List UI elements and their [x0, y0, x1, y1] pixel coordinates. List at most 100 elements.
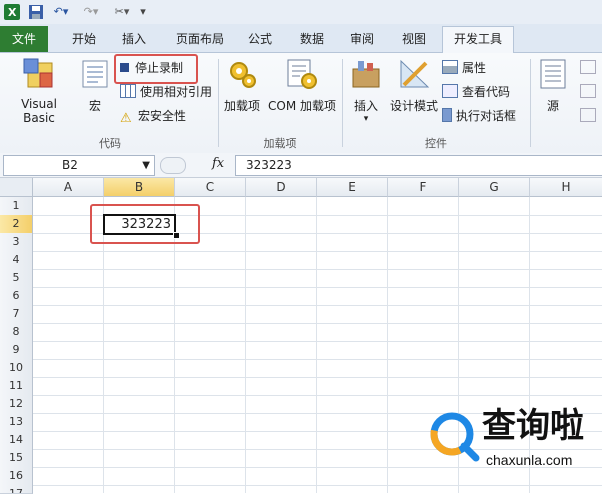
- formula-bar: B2 ▼ fx 323223: [0, 153, 602, 178]
- warning-icon: ⚠: [120, 111, 132, 126]
- undo-icon[interactable]: ↶▾: [50, 4, 72, 19]
- source-button[interactable]: 源: [536, 57, 570, 114]
- row-header[interactable]: 10: [0, 359, 33, 378]
- tab-page-layout[interactable]: 页面布局: [168, 27, 232, 51]
- column-header[interactable]: B: [104, 178, 175, 197]
- addins-button[interactable]: 加载项: [222, 57, 262, 114]
- chevron-down-icon[interactable]: ▼: [142, 156, 150, 175]
- row-header[interactable]: 2: [0, 215, 33, 234]
- grid-line: [33, 305, 602, 306]
- column-header[interactable]: E: [317, 178, 388, 197]
- formula-input[interactable]: 323223: [235, 155, 602, 176]
- watermark-url: chaxunla.com: [486, 452, 573, 468]
- macros-label: 宏: [88, 99, 101, 113]
- row-header[interactable]: 16: [0, 467, 33, 486]
- column-header[interactable]: D: [246, 178, 317, 197]
- grid-line: [33, 269, 602, 270]
- row-header[interactable]: 7: [0, 305, 33, 324]
- column-header[interactable]: F: [388, 178, 459, 197]
- row-header[interactable]: 15: [0, 449, 33, 468]
- macro-security-label: 宏安全性: [138, 109, 187, 123]
- column-header[interactable]: H: [530, 178, 602, 197]
- stop-recording-highlight: [114, 54, 198, 84]
- xml-map-button[interactable]: [580, 59, 600, 77]
- row-header[interactable]: 9: [0, 341, 33, 360]
- name-box[interactable]: B2 ▼: [3, 155, 155, 176]
- row-header[interactable]: 12: [0, 395, 33, 414]
- xml-expand-button[interactable]: [580, 83, 600, 101]
- excel-logo-icon[interactable]: X: [4, 3, 20, 20]
- run-dialog-button[interactable]: 执行对话框: [442, 107, 516, 125]
- customize-icon[interactable]: ✂▾: [110, 4, 134, 19]
- tab-file[interactable]: 文件: [0, 26, 48, 52]
- row-header[interactable]: 3: [0, 233, 33, 252]
- column-header[interactable]: G: [459, 178, 530, 197]
- grid-line: [33, 377, 602, 378]
- run-dialog-icon: [442, 108, 452, 122]
- tab-data[interactable]: 数据: [290, 27, 334, 51]
- run-dialog-label: 执行对话框: [456, 109, 517, 123]
- qat-dropdown-icon[interactable]: ▾: [138, 4, 148, 19]
- column-header[interactable]: C: [175, 178, 246, 197]
- design-mode-button[interactable]: 设计模式: [388, 57, 440, 114]
- gear-icon: [230, 62, 256, 88]
- properties-label: 属性: [462, 61, 487, 75]
- tab-developer[interactable]: 开发工具: [442, 26, 514, 53]
- active-cell-highlight: [90, 204, 200, 244]
- save-icon[interactable]: [28, 4, 44, 19]
- ribbon-developer: Visual Basic 宏 停止录制 使用相对引用 ⚠ 宏安全性 代码 加载项 …: [0, 53, 602, 154]
- select-all-corner[interactable]: [0, 178, 33, 197]
- tab-review[interactable]: 审阅: [340, 27, 384, 51]
- xml-expand-icon: [580, 84, 596, 98]
- row-header[interactable]: 13: [0, 413, 33, 432]
- com-gear-icon: [287, 59, 317, 89]
- grid-line: [33, 359, 602, 360]
- row-header[interactable]: 14: [0, 431, 33, 450]
- row-header[interactable]: 5: [0, 269, 33, 288]
- controls-group-label: 控件: [425, 137, 447, 150]
- row-header[interactable]: 4: [0, 251, 33, 270]
- tab-formulas[interactable]: 公式: [240, 27, 280, 51]
- grid-icon: [120, 84, 136, 98]
- tab-home[interactable]: 开始: [62, 27, 106, 51]
- relative-references-button[interactable]: 使用相对引用: [120, 83, 212, 101]
- redo-icon[interactable]: ↷▾: [80, 4, 102, 19]
- ribbon-tabs: 文件 开始 插入 页面布局 公式 数据 审阅 视图 开发工具: [0, 24, 602, 53]
- properties-icon: [442, 60, 458, 74]
- addins-group-label: 加载项: [263, 137, 297, 150]
- tab-view[interactable]: 视图: [392, 27, 436, 51]
- grid-line: [33, 251, 602, 252]
- watermark-brand: 查询啦: [482, 406, 584, 446]
- tab-insert[interactable]: 插入: [112, 27, 156, 51]
- row-header[interactable]: 1: [0, 197, 33, 216]
- fx-icon[interactable]: fx: [212, 156, 224, 171]
- xml-refresh-button[interactable]: [580, 107, 600, 125]
- macros-button[interactable]: 宏: [78, 57, 112, 114]
- source-icon: [540, 59, 566, 89]
- insert-control-label: 插入: [353, 99, 378, 113]
- group-separator: [218, 59, 219, 147]
- insert-control-button[interactable]: 插入 ▾: [346, 57, 386, 124]
- view-code-label: 查看代码: [462, 85, 511, 99]
- row-header[interactable]: 11: [0, 377, 33, 396]
- properties-button[interactable]: 属性: [442, 59, 486, 77]
- com-addins-button[interactable]: COM 加载项: [266, 57, 338, 114]
- xml-refresh-icon: [580, 108, 596, 122]
- quick-access-toolbar: X ↶▾ ↷▾ ✂▾ ▾: [0, 0, 602, 24]
- watermark: 查询啦 chaxunla.com: [428, 404, 602, 484]
- search-logo-icon: [430, 412, 480, 462]
- visual-basic-icon: [23, 58, 53, 88]
- view-code-button[interactable]: 查看代码: [442, 83, 510, 101]
- grid-line: [33, 287, 602, 288]
- visual-basic-button[interactable]: Visual Basic: [4, 57, 74, 125]
- chevron-down-icon: ▾: [363, 114, 369, 124]
- row-header[interactable]: 8: [0, 323, 33, 342]
- column-header[interactable]: A: [33, 178, 104, 197]
- formula-bar-resize-handle[interactable]: [160, 157, 186, 174]
- code-group-label: 代码: [99, 137, 121, 150]
- row-header[interactable]: 6: [0, 287, 33, 306]
- macro-security-button[interactable]: ⚠ 宏安全性: [120, 107, 187, 126]
- macros-icon: [82, 60, 108, 88]
- formula-input-value: 323223: [246, 158, 292, 172]
- com-addins-label: COM 加载项: [268, 99, 336, 113]
